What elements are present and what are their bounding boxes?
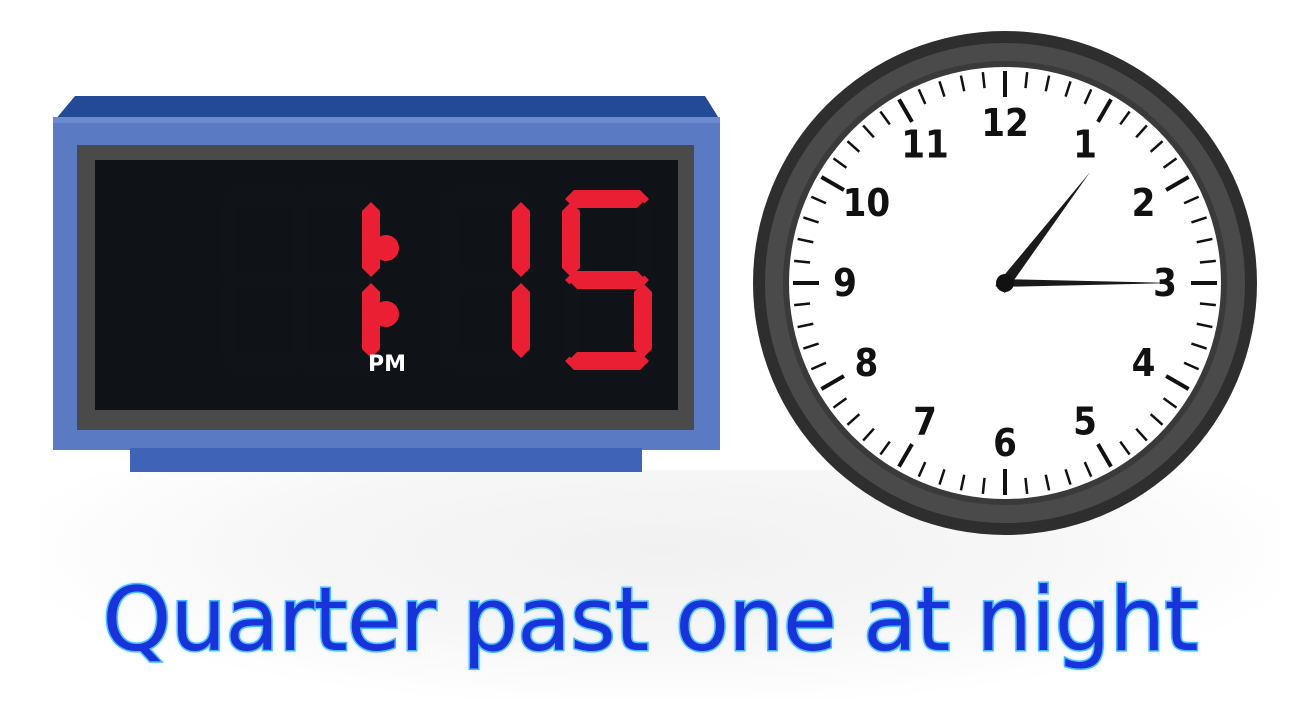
segment-d — [221, 352, 305, 370]
center-pin — [996, 274, 1014, 292]
minute-tick — [1024, 72, 1029, 89]
clock-number-11: 11 — [901, 122, 949, 166]
colon-dot-top — [373, 235, 399, 261]
clock-number-5: 5 — [1073, 400, 1097, 444]
minute-tick — [794, 302, 811, 307]
segment-g — [221, 271, 305, 289]
segment-e — [562, 283, 580, 358]
clock-number-1: 1 — [1073, 122, 1097, 166]
segment-c — [634, 283, 652, 358]
clock-number-6: 6 — [993, 421, 1017, 465]
segment-g — [565, 271, 649, 289]
minute-tick — [1199, 259, 1216, 264]
period-label: PM — [367, 352, 407, 377]
segment-g — [293, 271, 377, 289]
minute-tick — [1024, 477, 1029, 494]
minute-tick — [1199, 302, 1216, 307]
segment-b — [512, 202, 530, 277]
minute-tick — [981, 72, 986, 89]
segment-c — [512, 283, 530, 358]
clock-number-8: 8 — [855, 341, 879, 385]
analog-clock: 121234567891011 — [750, 28, 1260, 538]
segment-a — [443, 190, 527, 208]
segment-f — [562, 202, 580, 277]
segment-e — [290, 283, 308, 358]
digital-clock: PM — [0, 0, 740, 480]
segment-a — [293, 190, 377, 208]
minute-tick — [981, 477, 986, 494]
segment-f — [440, 202, 458, 277]
digital-clock-body — [53, 96, 720, 472]
clock-number-7: 7 — [913, 400, 937, 444]
segment-d — [565, 352, 649, 370]
segment-e — [440, 283, 458, 358]
digital-clock-stand — [130, 448, 642, 472]
clock-number-4: 4 — [1132, 341, 1156, 385]
segment-a — [221, 190, 305, 208]
segment-b — [634, 202, 652, 277]
minute-tick — [794, 259, 811, 264]
colon-dot-bottom — [373, 301, 399, 327]
caption-title: Quarter past one at night — [101, 568, 1201, 671]
analog-clock-face-svg: 121234567891011 — [753, 31, 1257, 535]
segment-g — [443, 271, 527, 289]
segment-f — [290, 202, 308, 277]
digital-clock-top — [55, 96, 720, 120]
clock-number-10: 10 — [843, 181, 891, 225]
segment-f — [218, 202, 236, 277]
segment-d — [443, 352, 527, 370]
segment-e — [218, 283, 236, 358]
clock-number-12: 12 — [981, 101, 1029, 145]
segment-a — [565, 190, 649, 208]
clock-number-2: 2 — [1132, 181, 1156, 225]
clock-number-9: 9 — [833, 261, 857, 305]
